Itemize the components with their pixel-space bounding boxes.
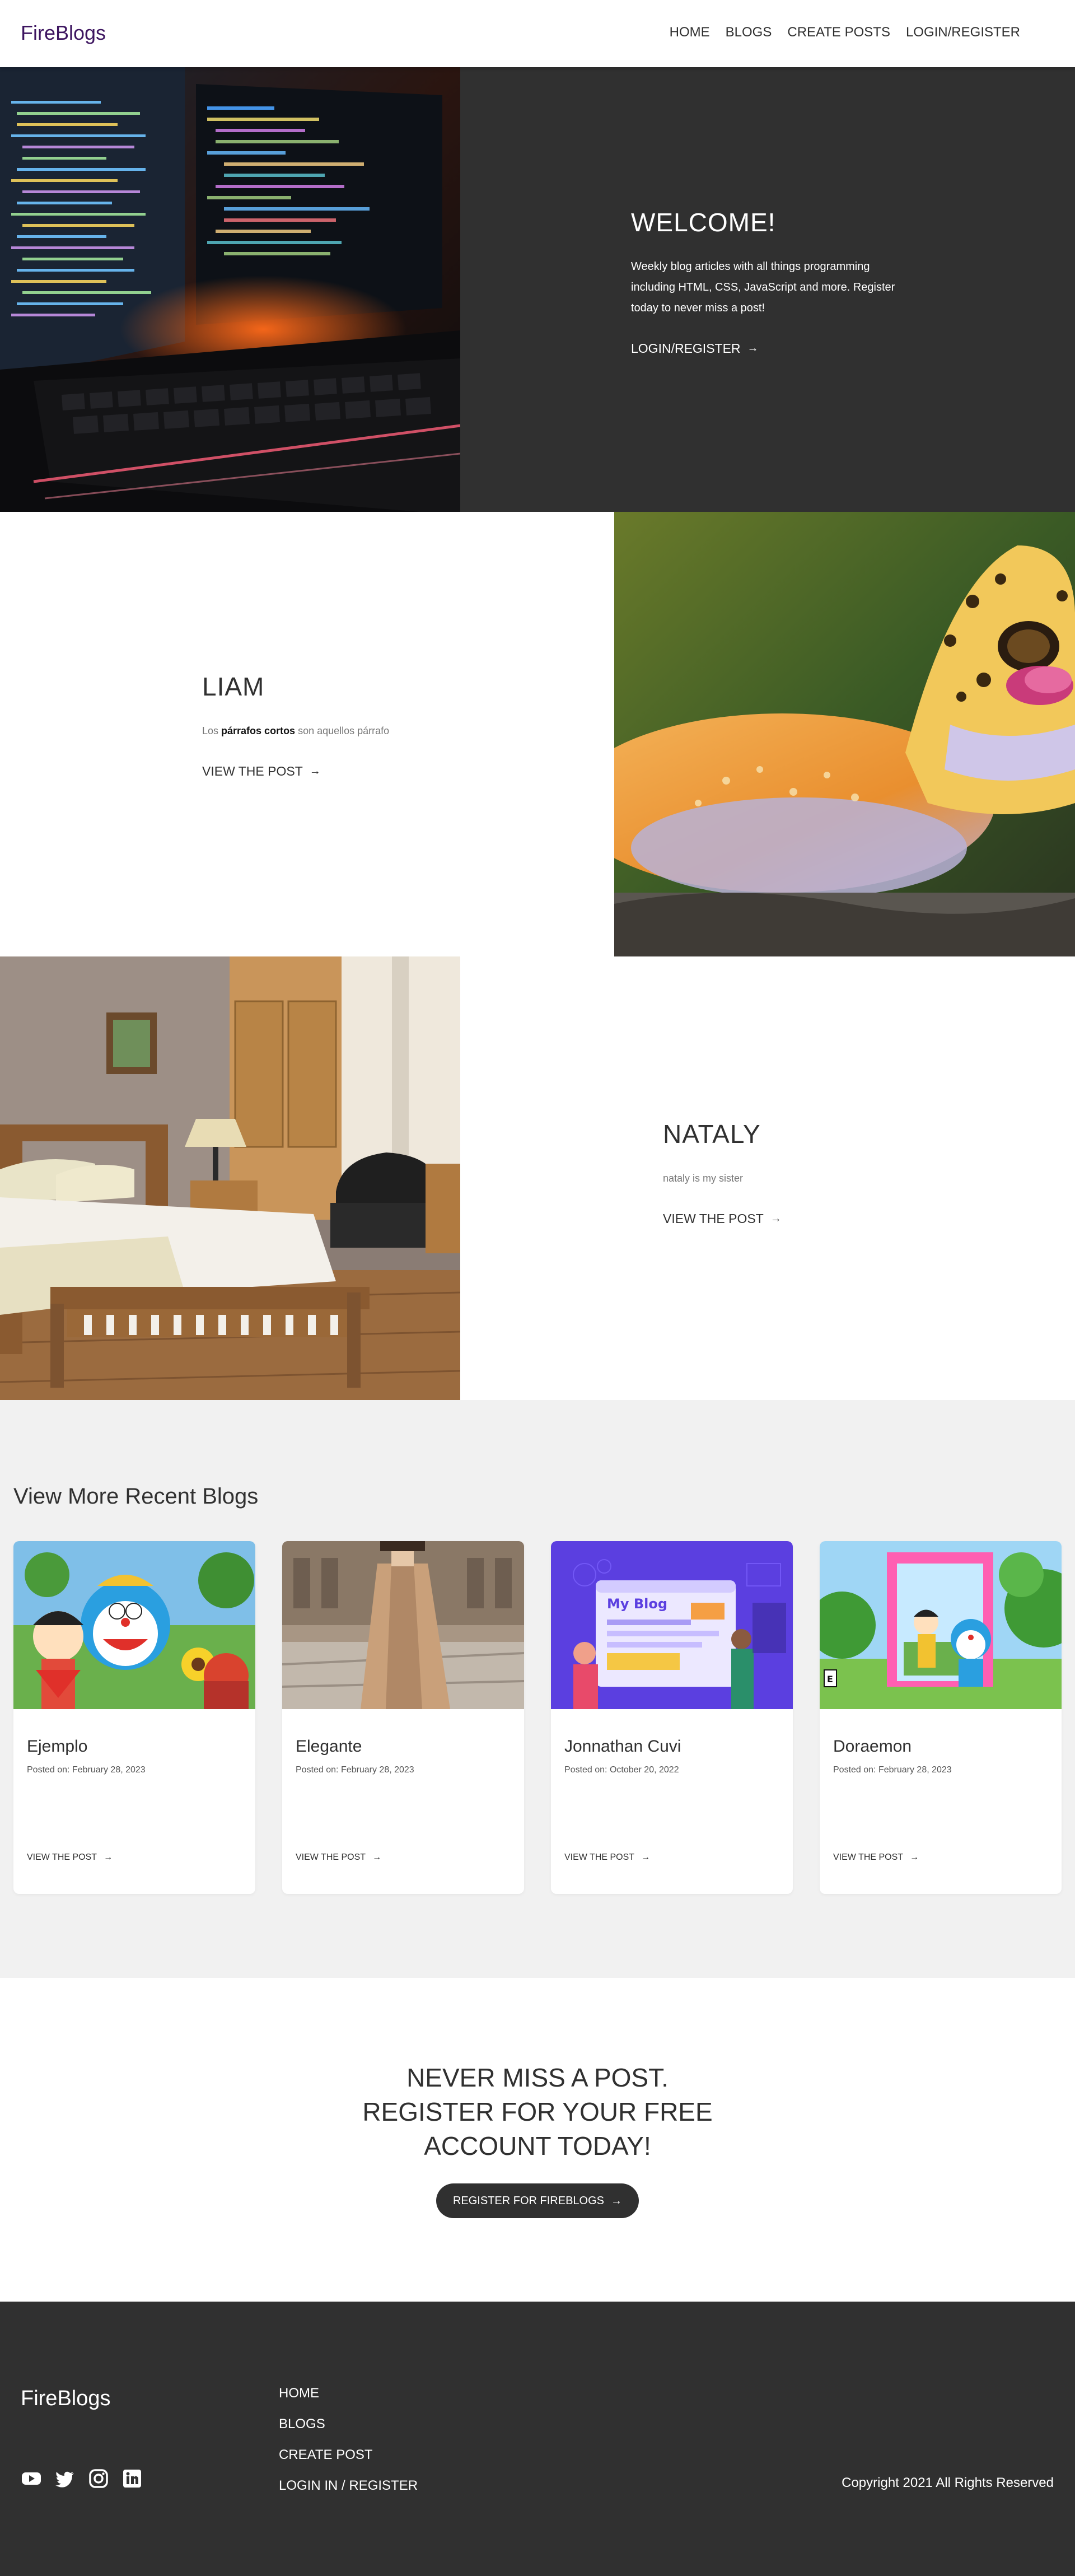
card-link-label: VIEW THE POST [833, 1852, 904, 1862]
post-section-liam: LIAM Los párrafos cortos son aquellos pá… [0, 512, 1075, 956]
card-link-label: VIEW THE POST [27, 1852, 97, 1862]
card-title: Jonnathan Cuvi [564, 1737, 681, 1756]
footer-blogs-link[interactable]: BLOGS [279, 2416, 418, 2432]
post-title: NATALY [663, 1119, 761, 1149]
recent-blogs-section: View More Recent Blogs Ejemplo Posted on… [0, 1400, 1075, 1978]
view-post-label: VIEW THE POST [663, 1211, 764, 1226]
my-blog-image-text: My Blog [607, 1596, 667, 1612]
welcome-title: WELCOME! [631, 208, 776, 237]
register-button[interactable]: REGISTER FOR FIREBLOGS → [436, 2183, 639, 2218]
card-view-post-link[interactable]: VIEW THE POST → [27, 1852, 113, 1863]
register-button-label: REGISTER FOR FIREBLOGS [452, 2194, 605, 2207]
card-link-label: VIEW THE POST [296, 1852, 366, 1862]
card-title: Elegante [296, 1737, 362, 1756]
youtube-icon[interactable] [21, 2468, 42, 2492]
welcome-keyboard-image [0, 67, 460, 512]
register-cta-section: NEVER MISS A POST. REGISTER FOR YOUR FRE… [0, 1978, 1075, 2302]
excerpt-bold: párrafos cortos [221, 725, 296, 736]
cta-line-2: REGISTER FOR YOUR FREE [362, 2097, 713, 2126]
copyright-text: Copyright 2021 All Rights Reserved [842, 2475, 1054, 2490]
footer-logo[interactable]: FireBlogs [21, 2387, 111, 2411]
arrow-right-icon: → [770, 1212, 782, 1225]
recent-blogs-title: View More Recent Blogs [13, 1484, 259, 1509]
blog-card[interactable]: My Blog Jonnathan Cuvi Posted on: Octobe… [551, 1541, 793, 1894]
arrow-right-icon: → [309, 765, 321, 777]
arrow-right-icon: → [747, 342, 759, 354]
footer: FireBlogs HOME BLOGS CREATE POST LOGIN I… [0, 2302, 1075, 2576]
cta-line-3: ACCOUNT TODAY! [424, 2131, 651, 2160]
gecko-image [614, 512, 1075, 956]
card-image-fashion-coat [282, 1541, 524, 1709]
linkedin-icon[interactable] [121, 2468, 143, 2492]
footer-create-post-link[interactable]: CREATE POST [279, 2447, 418, 2463]
card-link-label: VIEW THE POST [564, 1852, 635, 1862]
welcome-login-register-link[interactable]: LOGIN/REGISTER → [631, 341, 911, 356]
arrow-right-icon: → [611, 2194, 623, 2207]
post-title: LIAM [202, 672, 265, 701]
view-post-link[interactable]: VIEW THE POST → [202, 764, 516, 779]
excerpt-prefix: Los [202, 725, 222, 736]
card-date: Posted on: October 20, 2022 [564, 1765, 679, 1775]
arrow-right-icon: → [372, 1852, 382, 1862]
svg-text:E: E [827, 1674, 833, 1684]
welcome-text-block: WELCOME! Weekly blog articles with all t… [631, 207, 911, 356]
bedroom-image [0, 956, 460, 1401]
view-post-link[interactable]: VIEW THE POST → [663, 1211, 976, 1226]
footer-home-link[interactable]: HOME [279, 2386, 418, 2401]
card-view-post-link[interactable]: VIEW THE POST → [564, 1852, 650, 1863]
post-text-block: NATALY nataly is my sister VIEW THE POST… [663, 1119, 976, 1226]
card-date: Posted on: February 28, 2023 [833, 1765, 952, 1775]
card-title: Ejemplo [27, 1737, 88, 1756]
arrow-right-icon: → [104, 1852, 113, 1862]
arrow-right-icon: → [910, 1852, 919, 1862]
card-view-post-link[interactable]: VIEW THE POST → [296, 1852, 381, 1863]
twitter-icon[interactable] [54, 2468, 76, 2492]
welcome-link-label: LOGIN/REGISTER [631, 341, 741, 356]
post-excerpt: Los párrafos cortos son aquellos párrafo [202, 721, 516, 741]
footer-login-register-link[interactable]: LOGIN IN / REGISTER [279, 2478, 418, 2494]
card-title: Doraemon [833, 1737, 912, 1756]
top-navigation: FireBlogs HOME BLOGS CREATE POSTS LOGIN/… [0, 0, 1075, 67]
card-date: Posted on: February 28, 2023 [296, 1765, 414, 1775]
site-logo[interactable]: FireBlogs [21, 21, 106, 45]
card-date: Posted on: February 28, 2023 [27, 1765, 146, 1775]
nav-home-link[interactable]: HOME [670, 25, 710, 40]
view-post-label: VIEW THE POST [202, 764, 303, 778]
welcome-description: Weekly blog articles with all things pro… [631, 260, 895, 314]
card-image-doraemon-cartoon [13, 1541, 255, 1709]
welcome-section: WELCOME! Weekly blog articles with all t… [0, 67, 1075, 512]
post-text-block: LIAM Los párrafos cortos son aquellos pá… [202, 671, 516, 779]
arrow-right-icon: → [641, 1852, 651, 1862]
card-image-my-blog-illustration: My Blog [551, 1541, 793, 1709]
nav-login-register-link[interactable]: LOGIN/REGISTER [906, 25, 1020, 40]
social-links [21, 2468, 143, 2492]
cta-heading: NEVER MISS A POST. REGISTER FOR YOUR FRE… [0, 2061, 1075, 2163]
blog-card[interactable]: E Doraemon Posted on: February 28, 2023 … [820, 1541, 1062, 1894]
instagram-icon[interactable] [88, 2468, 109, 2492]
blog-card[interactable]: Elegante Posted on: February 28, 2023 VI… [282, 1541, 524, 1894]
post-excerpt: nataly is my sister [663, 1173, 744, 1184]
footer-links: HOME BLOGS CREATE POST LOGIN IN / REGIST… [279, 2386, 418, 2494]
nav-blogs-link[interactable]: BLOGS [726, 25, 772, 40]
nav-create-posts-link[interactable]: CREATE POSTS [787, 25, 890, 40]
card-view-post-link[interactable]: VIEW THE POST → [833, 1852, 919, 1863]
blog-card[interactable]: Ejemplo Posted on: February 28, 2023 VIE… [13, 1541, 255, 1894]
post-section-nataly: NATALY nataly is my sister VIEW THE POST… [0, 956, 1075, 1401]
excerpt-suffix: son aquellos párrafo [295, 725, 390, 736]
nav-links: HOME BLOGS CREATE POSTS LOGIN/REGISTER [670, 25, 1020, 40]
cta-line-1: NEVER MISS A POST. [406, 2063, 669, 2092]
card-image-doraemon-door: E [820, 1541, 1062, 1709]
